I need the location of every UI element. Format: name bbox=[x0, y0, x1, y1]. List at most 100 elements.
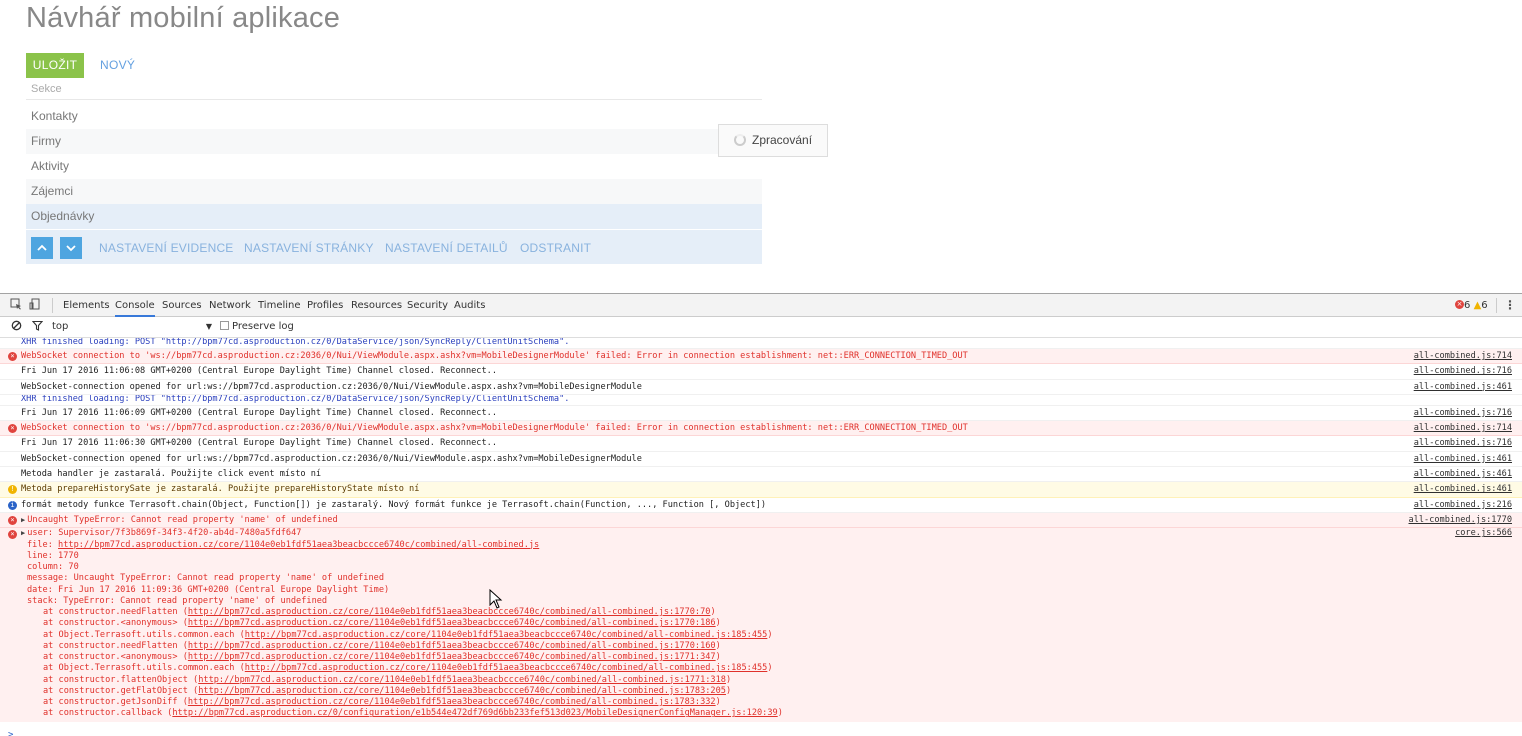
frame-link[interactable]: http://bpm77cd.asproduction.cz/core/1104… bbox=[188, 607, 711, 617]
section-item-selected[interactable]: Objednávky bbox=[26, 204, 762, 229]
frame-link[interactable]: http://bpm77cd.asproduction.cz/core/1104… bbox=[188, 618, 716, 628]
message-text: Uncaught TypeError: Cannot read property… bbox=[27, 514, 338, 525]
frame-link[interactable]: http://bpm77cd.asproduction.cz/core/1104… bbox=[188, 641, 716, 651]
console-prompt[interactable]: > bbox=[8, 730, 13, 736]
context-value: top bbox=[52, 321, 69, 332]
source-link[interactable]: core.js:566 bbox=[1455, 528, 1512, 539]
more-options-icon[interactable]: ⋮ bbox=[1503, 298, 1517, 312]
error-warning-count[interactable]: × 6 ▲6 bbox=[1455, 294, 1488, 317]
save-button[interactable]: ULOŽIT bbox=[26, 53, 84, 78]
tab-elements[interactable]: Elements bbox=[63, 294, 110, 317]
console-message: WebSocket-connection opened for url:ws:/… bbox=[0, 452, 1522, 468]
tab-network[interactable]: Network bbox=[209, 294, 251, 317]
frame-link[interactable]: http://bpm77cd.asproduction.cz/core/1104… bbox=[198, 675, 726, 685]
filter-icon[interactable] bbox=[30, 320, 44, 334]
checkbox-icon[interactable] bbox=[220, 320, 229, 330]
detail-header-text: user: Supervisor/7f3b869f-34f3-4f20-ab4d… bbox=[27, 528, 302, 539]
console-message: Fri Jun 17 2016 11:06:09 GMT+0200 (Centr… bbox=[0, 406, 1522, 422]
console-message: Fri Jun 17 2016 11:06:30 GMT+0200 (Centr… bbox=[0, 436, 1522, 452]
section-item[interactable]: Zájemci bbox=[26, 179, 762, 204]
stack-frame: at constructor.getJsonDiff (http://bpm77… bbox=[21, 697, 1522, 708]
message-text: Metoda prepareHistorySate je zastaralá. … bbox=[21, 484, 420, 495]
section-item[interactable]: Aktivity bbox=[26, 154, 762, 179]
source-link[interactable]: all-combined.js:461 bbox=[1414, 467, 1512, 481]
tab-profiles[interactable]: Profiles bbox=[307, 294, 343, 317]
frame-fn: at constructor.getJsonDiff ( bbox=[43, 697, 188, 708]
frame-link[interactable]: http://bpm77cd.asproduction.cz/core/1104… bbox=[198, 686, 726, 696]
section-item[interactable]: Firmy bbox=[26, 129, 762, 154]
section-list: Kontakty Firmy Aktivity Zájemci Objednáv… bbox=[26, 104, 762, 229]
message-text: WebSocket connection to 'ws://bpm77cd.as… bbox=[21, 351, 968, 361]
frame-link[interactable]: http://bpm77cd.asproduction.cz/core/1104… bbox=[245, 630, 768, 640]
source-link[interactable]: all-combined.js:714 bbox=[1414, 421, 1512, 435]
records-settings-link[interactable]: NASTAVENÍ EVIDENCE bbox=[99, 241, 234, 255]
clear-console-icon[interactable] bbox=[9, 320, 23, 334]
frame-fn: at Object.Terrasoft.utils.common.each ( bbox=[43, 629, 245, 640]
source-link[interactable]: all-combined.js:216 bbox=[1414, 498, 1512, 512]
detail-file: file: http://bpm77cd.asproduction.cz/cor… bbox=[21, 540, 1522, 551]
message-text: XHR finished loading: POST "http://bpm77… bbox=[21, 338, 570, 347]
tab-timeline[interactable]: Timeline bbox=[258, 294, 301, 317]
inspect-icon[interactable] bbox=[9, 298, 23, 312]
page-settings-link[interactable]: NASTAVENÍ STRÁNKY bbox=[244, 241, 374, 255]
message-text: Metoda handler je zastaralá. Použijte cl… bbox=[21, 469, 322, 480]
error-detail: × ▶ user: Supervisor/7f3b869f-34f3-4f20-a… bbox=[0, 528, 1522, 723]
source-link[interactable]: all-combined.js:716 bbox=[1414, 364, 1512, 378]
source-link[interactable]: all-combined.js:461 bbox=[1414, 452, 1512, 466]
section-actions: NASTAVENÍ EVIDENCE NASTAVENÍ STRÁNKY NAS… bbox=[26, 230, 762, 264]
context-select[interactable]: top ▼ bbox=[52, 317, 212, 337]
console-message: × WebSocket connection to 'ws://bpm77cd.a… bbox=[0, 421, 1522, 437]
source-link[interactable]: all-combined.js:714 bbox=[1414, 349, 1512, 363]
tab-console[interactable]: Console bbox=[115, 294, 155, 317]
section-item[interactable]: Kontakty bbox=[26, 104, 762, 129]
device-mode-icon[interactable] bbox=[28, 298, 42, 312]
stack-frame: at Object.Terrasoft.utils.common.each (h… bbox=[21, 663, 1522, 674]
tab-sources[interactable]: Sources bbox=[162, 294, 202, 317]
processing-indicator: Zpracování bbox=[718, 124, 828, 157]
new-button[interactable]: NOVÝ bbox=[100, 58, 135, 72]
stack-frame: at constructor.getFlatObject (http://bpm… bbox=[21, 686, 1522, 697]
console-message: Metoda handler je zastaralá. Použijte cl… bbox=[0, 467, 1522, 483]
frame-end: ) bbox=[725, 674, 732, 685]
console-message: WebSocket-connection opened for url:ws:/… bbox=[0, 380, 1522, 395]
error-icon: × bbox=[8, 515, 17, 525]
frame-end: ) bbox=[715, 652, 721, 663]
detail-header[interactable]: ▶ user: Supervisor/7f3b869f-34f3-4f20-ab4… bbox=[21, 528, 1522, 539]
source-link[interactable]: all-combined.js:461 bbox=[1414, 482, 1512, 496]
expand-triangle-icon[interactable]: ▶ bbox=[21, 529, 25, 537]
preserve-log-checkbox[interactable]: Preserve log bbox=[220, 317, 294, 337]
move-down-button[interactable] bbox=[60, 237, 82, 259]
message-text: WebSocket-connection opened for url:ws:/… bbox=[21, 453, 642, 464]
detail-file-link[interactable]: http://bpm77cd.asproduction.cz/core/1104… bbox=[58, 540, 539, 550]
delete-link[interactable]: ODSTRANIT bbox=[520, 241, 591, 255]
message-text: Fri Jun 17 2016 11:06:09 GMT+0200 (Centr… bbox=[21, 407, 497, 418]
error-icon: × bbox=[8, 352, 17, 361]
frame-link[interactable]: http://bpm77cd.asproduction.cz/core/1104… bbox=[188, 652, 716, 662]
tab-resources[interactable]: Resources bbox=[351, 294, 402, 317]
page-title: Návhář mobilní aplikace bbox=[26, 2, 341, 34]
frame-fn: at constructor.needFlatten ( bbox=[43, 607, 188, 618]
frame-link[interactable]: http://bpm77cd.asproduction.cz/core/1104… bbox=[188, 697, 716, 707]
tab-security[interactable]: Security bbox=[407, 294, 448, 317]
frame-link[interactable]: http://bpm77cd.asproduction.cz/0/configu… bbox=[172, 708, 777, 718]
frame-fn: at constructor.getFlatObject ( bbox=[43, 685, 199, 696]
frame-link[interactable]: http://bpm77cd.asproduction.cz/core/1104… bbox=[245, 663, 768, 673]
frame-end: ) bbox=[767, 663, 773, 674]
source-link[interactable]: all-combined.js:1770 bbox=[1409, 513, 1512, 527]
dropdown-arrow-icon: ▼ bbox=[205, 322, 212, 331]
tab-audits[interactable]: Audits bbox=[454, 294, 485, 317]
error-icon: × bbox=[1455, 299, 1464, 309]
warning-icon: ! bbox=[8, 485, 17, 495]
move-up-button[interactable] bbox=[31, 237, 53, 259]
details-settings-link[interactable]: NASTAVENÍ DETAILŮ bbox=[385, 241, 508, 255]
stack-frame: at constructor.<anonymous> (http://bpm77… bbox=[21, 618, 1522, 629]
expand-triangle-icon[interactable]: ▶ bbox=[21, 516, 25, 524]
devtools-panel: Elements Console Sources Network Timelin… bbox=[0, 293, 1522, 736]
frame-fn: at constructor.flattenObject ( bbox=[43, 674, 199, 685]
source-link[interactable]: all-combined.js:716 bbox=[1414, 406, 1512, 420]
source-link[interactable]: all-combined.js:716 bbox=[1414, 436, 1512, 450]
frame-fn: at constructor.<anonymous> ( bbox=[43, 618, 188, 629]
source-link[interactable]: all-combined.js:461 bbox=[1414, 380, 1512, 394]
frame-end: ) bbox=[715, 697, 721, 708]
console-message: XHR finished loading: POST "http://bpm77… bbox=[0, 395, 1522, 406]
